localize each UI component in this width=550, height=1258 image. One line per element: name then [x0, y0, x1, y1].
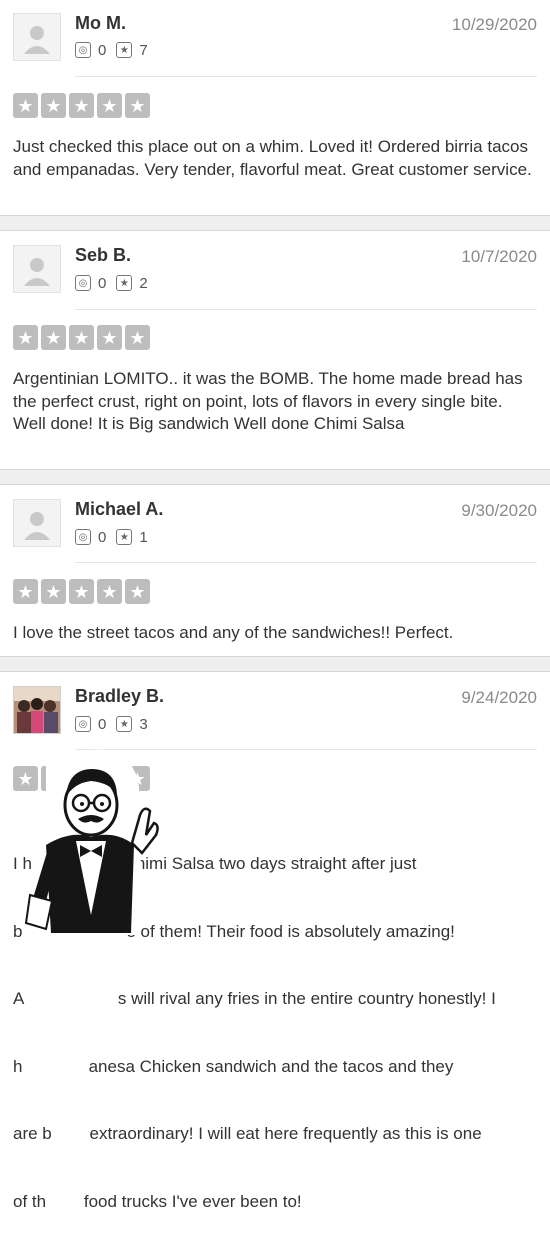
reviews-count-icon: ★ [116, 275, 133, 291]
review-date: 10/7/2020 [461, 247, 537, 266]
divider [75, 76, 537, 77]
review-separator [0, 215, 550, 231]
avatar[interactable] [13, 499, 61, 547]
star-icon: ★ [69, 579, 94, 604]
review-text-line: are b extraordinary! I will eat here fre… [13, 1124, 482, 1143]
waiter-sticker-icon [24, 749, 160, 935]
reviewer-stats: ◎ 0 ★ 1 [75, 528, 158, 546]
friends-count: 0 [98, 274, 107, 292]
review-separator [0, 656, 550, 672]
star-icon: ★ [13, 579, 38, 604]
star-rating: ★ ★ ★ ★ ★ [13, 93, 150, 118]
reviews-count: 1 [139, 528, 148, 546]
reviews-count-icon: ★ [116, 716, 133, 732]
reviewer-stats: ◎ 0 ★ 7 [75, 41, 158, 59]
star-icon: ★ [41, 93, 66, 118]
star-rating: ★ ★ ★ ★ ★ [13, 579, 150, 604]
friends-icon: ◎ [75, 42, 91, 58]
review-date: 10/29/2020 [451, 15, 537, 34]
review-text-line: h anesa Chicken sandwich and the tacos a… [13, 1056, 454, 1076]
reviews-count: 7 [139, 41, 148, 59]
avatar[interactable] [13, 686, 61, 734]
review-text: Just checked this place out on a whim. L… [13, 137, 532, 179]
reviewer-name[interactable]: Bradley B. [75, 686, 164, 707]
reviewer-name[interactable]: Mo M. [75, 13, 126, 34]
star-icon: ★ [69, 93, 94, 118]
avatar[interactable] [13, 13, 61, 61]
review-text: Argentinian LOMITO.. it was the BOMB. Th… [13, 369, 523, 433]
reviewer-name[interactable]: Seb B. [75, 245, 131, 266]
review-card: Michael A. 9/30/2020 ◎ 0 ★ 1 ★ ★ ★ ★ ★ I… [0, 485, 550, 656]
friends-count: 0 [98, 715, 107, 733]
star-icon: ★ [125, 93, 150, 118]
review-text: I love the street tacos and any of the s… [13, 623, 454, 642]
divider [75, 562, 537, 563]
divider [75, 309, 537, 310]
star-icon: ★ [97, 325, 122, 350]
review-separator [0, 469, 550, 485]
review-card: Mo M. 10/29/2020 ◎ 0 ★ 7 ★ ★ ★ ★ ★ Just … [0, 0, 550, 215]
friends-count: 0 [98, 41, 107, 59]
review-text-line: of th food trucks I've ever been to! [13, 1191, 302, 1211]
review-card: Seb B. 10/7/2020 ◎ 0 ★ 2 ★ ★ ★ ★ ★ Argen… [0, 231, 550, 469]
reviewer-name[interactable]: Michael A. [75, 499, 163, 520]
star-rating: ★ ★ ★ ★ ★ [13, 325, 150, 350]
star-icon: ★ [41, 325, 66, 350]
star-icon: ★ [125, 325, 150, 350]
reviews-count: 3 [139, 715, 148, 733]
star-icon: ★ [41, 579, 66, 604]
profile-photo-icon [14, 687, 60, 733]
reviewer-stats: ◎ 0 ★ 2 [75, 274, 158, 292]
star-icon: ★ [97, 579, 122, 604]
friends-icon: ◎ [75, 529, 91, 545]
star-icon: ★ [13, 93, 38, 118]
user-placeholder-icon [24, 26, 50, 54]
user-placeholder-icon [24, 512, 50, 540]
star-icon: ★ [125, 579, 150, 604]
star-icon: ★ [13, 325, 38, 350]
reviewer-stats: ◎ 0 ★ 3 [75, 715, 158, 733]
reviews-count-icon: ★ [116, 529, 133, 545]
star-icon: ★ [97, 93, 122, 118]
review-date: 9/30/2020 [461, 501, 537, 520]
avatar[interactable] [13, 245, 61, 293]
star-icon: ★ [69, 325, 94, 350]
review-text-line: A s will rival any fries in the entire c… [13, 989, 496, 1008]
friends-icon: ◎ [75, 716, 91, 732]
friends-icon: ◎ [75, 275, 91, 291]
user-placeholder-icon [24, 258, 50, 286]
review-date: 9/24/2020 [461, 688, 537, 707]
friends-count: 0 [98, 528, 107, 546]
reviews-count: 2 [139, 274, 148, 292]
reviews-count-icon: ★ [116, 42, 133, 58]
